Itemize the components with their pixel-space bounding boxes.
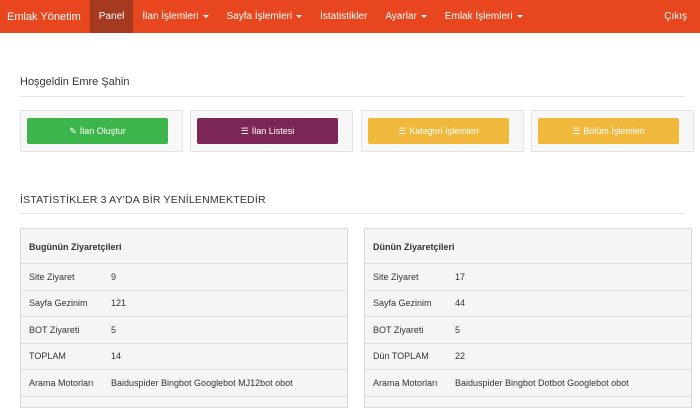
row-value: Baiduspider Bingbot Dotbot Googlebot obo… — [455, 377, 629, 388]
nav-item-sayfa-islemleri[interactable]: Sayfa İşlemleri — [218, 0, 312, 33]
button-label: İlan Oluştur — [79, 126, 126, 136]
panel-title: Dünün Ziyaretçileri — [365, 229, 691, 264]
row-value: Baiduspider Bingbot Googlebot MJ12bot ob… — [111, 377, 293, 388]
welcome-heading: Hoşgeldin Emre Şahin — [20, 76, 130, 88]
row-value: 121 — [111, 298, 127, 309]
row-label: Arama Motorları — [373, 377, 438, 388]
brand-link[interactable]: Emlak Yönetim — [0, 0, 90, 33]
row-value: 5 — [111, 324, 117, 335]
row-label: Sayfa Gezinim — [373, 298, 432, 309]
caret-down-icon — [516, 15, 523, 18]
button-label: Kategori İşlemleri — [409, 126, 479, 136]
today-visitors-panel: Bugünün Ziyaretçileri Site Ziyaret 9 Sayf… — [20, 228, 348, 408]
table-row: BOT Ziyareti 5 — [21, 317, 347, 344]
row-label: BOT Ziyareti — [29, 324, 80, 335]
list-icon: ☰ — [572, 125, 581, 136]
row-label: BOT Ziyareti — [373, 324, 424, 335]
yesterday-visitors-panel: Dünün Ziyaretçileri Site Ziyaret 17 Sayfa… — [364, 228, 692, 408]
caret-down-icon — [420, 15, 427, 18]
nav-item-label: Ayarlar — [385, 11, 417, 22]
action-card: ☰ Bölüm İşlemleri — [531, 110, 694, 152]
top-navbar: Emlak Yönetim Panel İlan İşlemleri Sayfa… — [0, 0, 700, 33]
row-value: 5 — [455, 324, 461, 335]
list-icon: ☰ — [240, 125, 249, 136]
caret-down-icon — [202, 15, 209, 18]
row-label: Arama Motorları — [29, 377, 94, 388]
action-card: ☰ Kategori İşlemleri — [361, 110, 524, 152]
nav-item-ayarlar[interactable]: Ayarlar — [376, 0, 436, 33]
listing-list-button[interactable]: ☰ İlan Listesi — [197, 118, 338, 144]
table-row: Sayfa Gezinim 44 — [365, 291, 691, 317]
row-label: Dün TOPLAM — [373, 351, 429, 362]
divider — [20, 96, 685, 97]
panel-title: Bugünün Ziyaretçileri — [21, 229, 347, 264]
row-label: Site Ziyaret — [29, 271, 75, 282]
edit-icon: ✎ — [69, 125, 77, 136]
nav-item-label: Panel — [98, 11, 125, 22]
category-operations-button[interactable]: ☰ Kategori İşlemleri — [368, 118, 509, 144]
table-row: Arama Motorları Baiduspider Bingbot Googl… — [21, 370, 347, 397]
logout-link[interactable]: Çıkış — [651, 0, 700, 33]
nav-item-panel[interactable]: Panel — [89, 0, 134, 33]
table-row: Sayfa Gezinim 121 — [21, 291, 347, 317]
create-listing-button[interactable]: ✎ İlan Oluştur — [27, 118, 168, 144]
nav-item-label: İlan İşlemleri — [142, 11, 199, 22]
stats-title: İSTATİSTİKLER 3 AY'DA BİR YENİLENMEKTEDİ… — [20, 194, 266, 206]
row-value: 22 — [455, 351, 466, 362]
table-row: Site Ziyaret 9 — [21, 264, 347, 291]
nav-item-label: İstatistikler — [320, 11, 368, 22]
nav-item-ilan-islemleri[interactable]: İlan İşlemleri — [133, 0, 217, 33]
nav-item-label: Emlak İşlemleri — [444, 11, 513, 22]
table-row: Arama Motorları Baiduspider Bingbot Dotbo… — [365, 370, 691, 397]
main-nav: Panel İlan İşlemleri Sayfa İşlemleri İst… — [89, 0, 532, 33]
row-label: TOPLAM — [29, 351, 66, 362]
button-label: İlan Listesi — [251, 126, 295, 136]
action-card: ☰ İlan Listesi — [190, 110, 353, 152]
row-label: Sayfa Gezinim — [29, 298, 88, 309]
divider — [20, 213, 685, 214]
caret-down-icon — [296, 15, 303, 18]
nav-item-label: Sayfa İşlemleri — [226, 11, 293, 22]
nav-item-emlak-islemleri[interactable]: Emlak İşlemleri — [436, 0, 532, 33]
nav-item-istatistikler[interactable]: İstatistikler — [311, 0, 376, 33]
action-card: ✎ İlan Oluştur — [20, 110, 183, 152]
section-operations-button[interactable]: ☰ Bölüm İşlemleri — [538, 118, 679, 144]
table-row: BOT Ziyareti 5 — [365, 317, 691, 344]
list-icon: ☰ — [398, 125, 407, 136]
row-value: 44 — [455, 298, 466, 309]
row-label: Site Ziyaret — [373, 271, 419, 282]
table-row: TOPLAM 14 — [21, 344, 347, 370]
table-row: Dün TOPLAM 22 — [365, 344, 691, 370]
table-row: Site Ziyaret 17 — [365, 264, 691, 291]
row-value: 9 — [111, 271, 117, 282]
row-value: 17 — [455, 271, 466, 282]
row-value: 14 — [111, 351, 122, 362]
button-label: Bölüm İşlemleri — [583, 126, 645, 136]
